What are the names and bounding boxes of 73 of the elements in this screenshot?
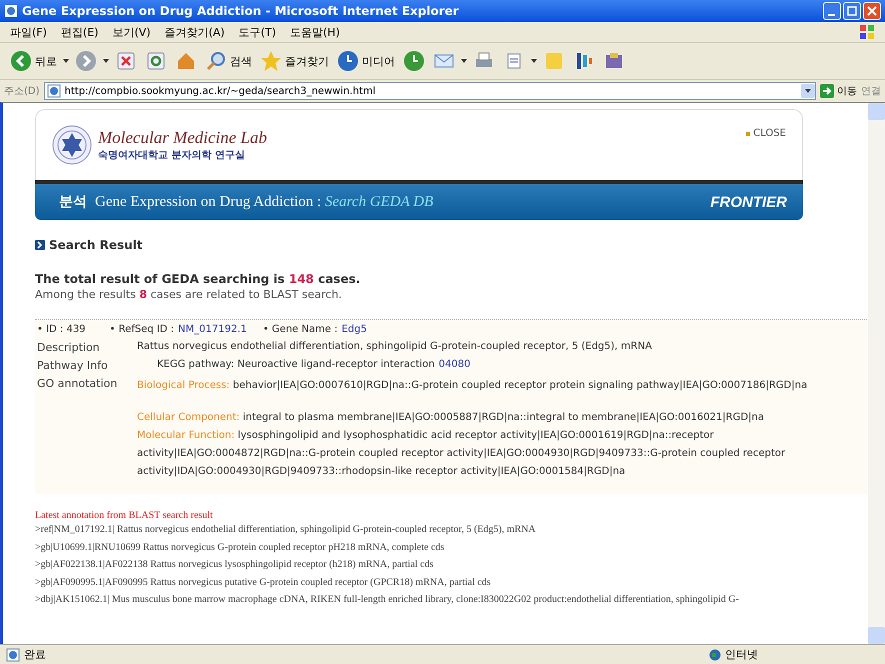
dropdown-arrow-icon[interactable] [531, 59, 537, 63]
section-title: Search Result [49, 238, 143, 252]
minimize-icon [828, 14, 834, 16]
toolbar-button[interactable]: 미디어 [335, 48, 397, 74]
page-icon [46, 84, 61, 98]
close-button[interactable] [863, 2, 881, 20]
blast-hit: >gb|AF022138.1|AF022138 Rattus norvegicus lysosphingolipid receptor (h218) mRNA, partial cds [35, 558, 434, 572]
lab-name: Molecular Medicine Lab [98, 128, 268, 148]
pathway-link[interactable]: 04080 [438, 359, 470, 370]
page-icon [6, 648, 20, 662]
blast-hit: >ref|NM_017192.1| Rattus norvegicus endothelial differentiation, sphingolipid G-protein-coupled receptor, 5 (Edg5), mRNA [35, 523, 537, 537]
maximize-icon [847, 6, 857, 16]
refseq-label: • RefSeq ID : [110, 324, 174, 335]
address-field[interactable]: http://compbio.sookmyung.ac.kr/~geda/search3_newwin.html [44, 82, 816, 100]
menu-item[interactable]: 편집(E) [60, 24, 98, 40]
banner-prefix: 분석 [59, 193, 87, 211]
status-text: 완료 [6, 647, 46, 662]
dropdown-arrow-icon[interactable] [63, 59, 69, 63]
gene-name-label: • Gene Name : [262, 324, 338, 335]
field-label: Description [37, 341, 101, 354]
window-title: Gene Expression on Drug Addiction - Microsoft Internet Explorer [22, 4, 460, 18]
windows-logo-icon [859, 24, 875, 40]
refresh-icon [145, 50, 167, 72]
field-label: Pathway Info [37, 359, 109, 372]
back-icon [10, 50, 32, 72]
go-arrow-icon [820, 84, 834, 98]
browser-icon [4, 4, 18, 18]
scrollbar[interactable] [868, 103, 885, 644]
address-label: 주소(D) [4, 85, 40, 98]
close-icon [867, 6, 877, 16]
forward-icon [75, 50, 97, 72]
go-annotation-text: Biological Process: behavior|IEA|GO:0007610|RGD|na::G-protein coupled receptor protein signaling pathway|IEA|GO:0007186|RGD|na [137, 379, 808, 393]
menu-item[interactable]: 즐겨찾기(A) [164, 24, 225, 40]
go-annotation-text: Cellular Component: integral to plasma membrane|IEA|GO:0005887|RGD|na::integral to membrane|IEA|GO:0016021|RGD|na [137, 411, 766, 425]
blast-hit: >dbj|AK151062.1| Mus musculus bone marrow macrophage cDNA, RIKEN full-length enriched library, clone:I830022G02 product:endothelial differentiation, sphingolipid G- [35, 593, 740, 607]
field-label: GO annotation [37, 377, 118, 392]
toolbar-button[interactable] [401, 48, 427, 74]
menu-item[interactable]: 도구(T) [238, 24, 276, 40]
brand-label: FRONTIER [710, 194, 787, 210]
menu-item[interactable]: 보기(V) [112, 24, 151, 40]
home-icon [175, 50, 197, 72]
lab-subtitle: 숙명여자대학교 분자의학 연구실 [98, 149, 246, 162]
blast-hit: >gb|U10699.1|RNU10699 Rattus norvegicus G-protein coupled receptor pH218 mRNA, complete cds [35, 540, 446, 554]
star-icon [260, 50, 282, 72]
zone-label: 인터넷 [709, 647, 879, 662]
stop-icon [115, 50, 137, 72]
id-label: • ID : 439 [37, 324, 86, 335]
refseq-link[interactable]: NM_017192.1 [178, 324, 247, 335]
dropdown-arrow-icon[interactable] [103, 59, 109, 63]
toolbar-button[interactable]: 검색 [203, 48, 254, 74]
blast-summary: Among the results 8 cases are related to BLAST search. [35, 288, 343, 301]
close-link[interactable]: CLOSE [746, 128, 786, 139]
blast-title: Latest annotation from BLAST search result [35, 510, 214, 521]
menu-item[interactable]: 파일(F) [10, 24, 47, 40]
go-annotation-text: Molecular Function: lysosphingolipid and lysophosphatidic acid receptor activity|IEA|GO:0001619|RGD|na::receptor activity|IEA|GO:0004872|RGD|na::G-protein coupled receptor activity|IEA|GO:0004930|RGD|9409733::G-protein coupled receptor activity|IDA|GO:0004930|RGD|9409733::rhodopsin-like receptor activity|IEA|GO:0001584|RGD|na [137, 429, 786, 479]
gene-link[interactable]: Edg5 [342, 324, 367, 335]
menu-item[interactable]: 도움말(H) [290, 24, 340, 40]
emblem-icon [52, 125, 92, 165]
toolbar-button[interactable]: 즐겨찾기 [258, 48, 331, 74]
field-value: KEGG pathway: Neuroactive ligand-receptor interaction [157, 359, 435, 370]
result-summary: The total result of GEDA searching is 148 cases. [35, 272, 362, 286]
bullet-icon [35, 240, 45, 250]
clock-icon [403, 50, 425, 72]
minimize-button[interactable] [823, 2, 841, 20]
blast-hit: >gb|AF090995.1|AF090995 Rattus norvegicus putative G-protein coupled receptor (GPCR18) mRNA, partial cds [35, 576, 492, 590]
maximize-button[interactable] [843, 2, 861, 20]
note-icon [543, 50, 565, 72]
search-icon [205, 50, 227, 72]
banner-title: Gene Expression on Drug Addiction : Search GEDA DB [95, 194, 434, 210]
field-value: Rattus norvegicus endothelial differentiation, sphingolipid G-protein-coupled receptor, 5 (Edg5), mRNA [137, 341, 652, 352]
toolbar-button[interactable]: 뒤로 [8, 48, 59, 74]
go-button[interactable]: 이동 [820, 84, 857, 98]
dropdown-arrow-icon[interactable] [461, 59, 467, 63]
